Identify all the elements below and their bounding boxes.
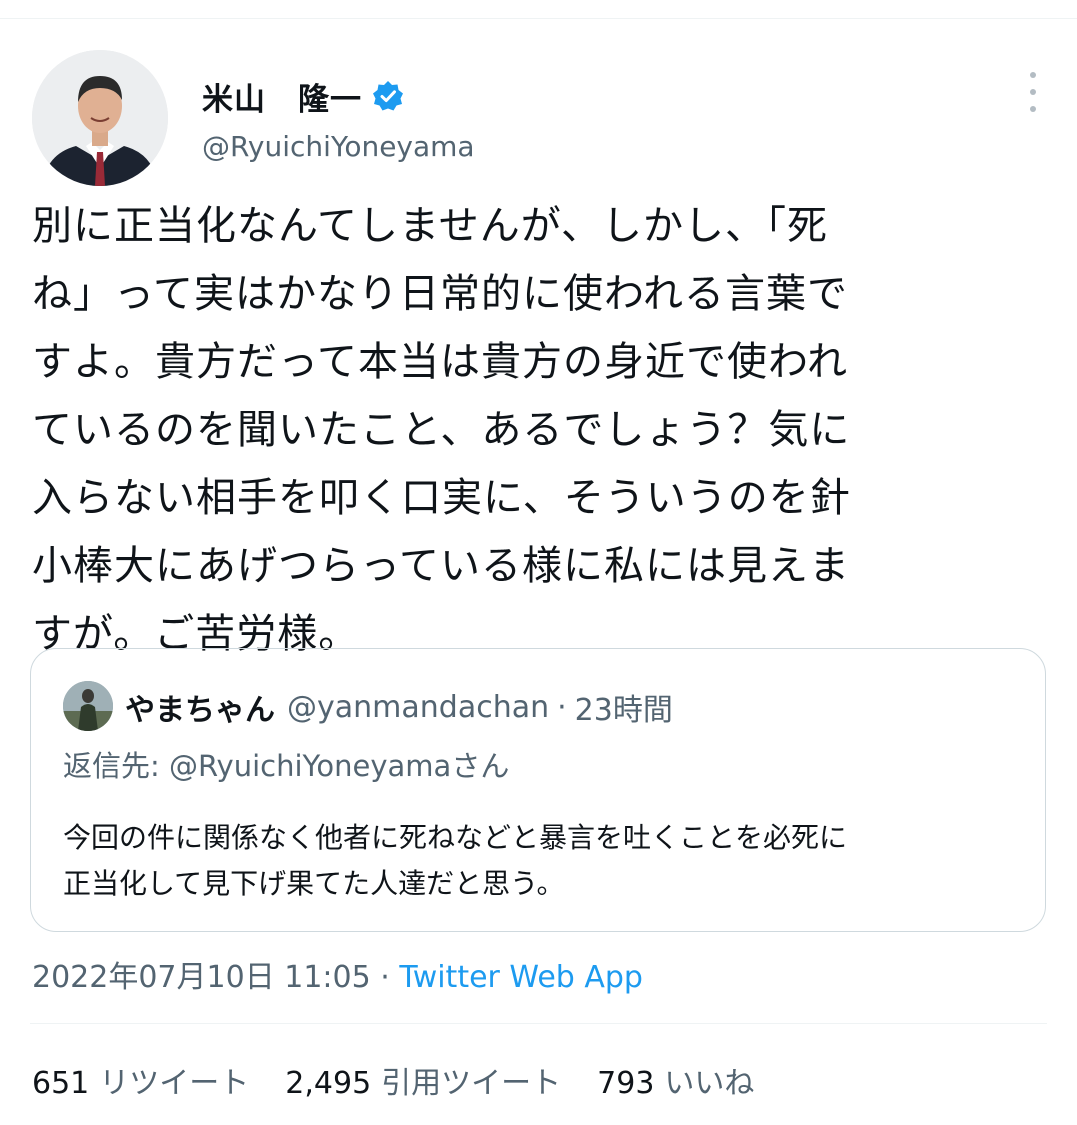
quoted-line: 正当化して見下げ果てた人達だと思う。 <box>63 867 565 900</box>
quoted-author-avatar[interactable] <box>63 681 113 731</box>
tweet-meta: 2022年07月10日 11:05 · Twitter Web App <box>32 952 643 996</box>
author-avatar[interactable] <box>32 50 168 186</box>
quoted-line: 今回の件に関係なく他者に死ねなどと暴言を吐くことを必死に <box>63 821 848 854</box>
tweet-timestamp[interactable]: 2022年07月10日 11:05 <box>32 960 371 995</box>
meta-divider <box>30 1023 1047 1024</box>
tweet-body: 別に正当化なんてしませんが、しかし、「死 ね」って実はかなり日常的に使われる言葉… <box>32 192 1032 668</box>
tweet-line: すよ。貴方だって本当は貴方の身近で使われ <box>32 339 848 385</box>
quoted-tweet-time[interactable]: 23時間 <box>575 685 673 729</box>
author-info: 米山 隆一 @RyuichiYoneyama <box>202 76 475 163</box>
quoted-author-name[interactable]: やまちゃん <box>125 685 275 729</box>
retweets-count: 651 <box>32 1066 90 1101</box>
quote-tweets-label: 引用ツイート <box>381 1066 562 1101</box>
likes-label: いいね <box>664 1066 755 1101</box>
likes-count: 793 <box>597 1066 655 1101</box>
quote-tweets-stat[interactable]: 2,495 引用ツイート <box>285 1058 561 1102</box>
quoted-tweet-header: やまちゃん @yanmandachan · 23時間 <box>125 685 673 729</box>
quote-tweets-count: 2,495 <box>285 1066 372 1101</box>
top-divider <box>0 18 1077 19</box>
quoted-author-handle[interactable]: @yanmandachan <box>287 690 549 725</box>
author-display-name[interactable]: 米山 隆一 <box>202 74 362 119</box>
author-handle[interactable]: @RyuichiYoneyama <box>202 130 475 163</box>
tweet-line: 小棒大にあげつらっている様に私には見えま <box>32 543 850 589</box>
quoted-tweet-card[interactable]: やまちゃん @yanmandachan · 23時間 返信先: @Ryuichi… <box>30 648 1046 932</box>
tweet-line: 入らない相手を叩く口実に、そういうのを針 <box>32 475 851 521</box>
separator-dot: · <box>380 960 390 995</box>
retweets-label: リツイート <box>99 1066 250 1101</box>
tweet-stats: 651 リツイート 2,495 引用ツイート 793 いいね <box>32 1058 790 1102</box>
retweets-stat[interactable]: 651 リツイート <box>32 1058 249 1102</box>
reply-to-label: 返信先: @RyuichiYoneyamaさん <box>63 749 510 783</box>
more-options-icon[interactable] <box>1019 72 1047 112</box>
tweet-header: 米山 隆一 @RyuichiYoneyama <box>32 50 1047 190</box>
verified-badge-icon <box>372 80 404 112</box>
tweet-line: ているのを聞いたこと、あるでしょう？気に <box>32 407 851 453</box>
tweet-line: ね」って実はかなり日常的に使われる言葉で <box>32 271 848 317</box>
separator-dot: · <box>557 689 567 725</box>
likes-stat[interactable]: 793 いいね <box>597 1058 754 1102</box>
tweet-source-link[interactable]: Twitter Web App <box>399 960 643 995</box>
tweet-line: 別に正当化なんてしませんが、しかし、「死 <box>32 203 828 249</box>
quoted-tweet-body: 今回の件に関係なく他者に死ねなどと暴言を吐くことを必死に 正当化して見下げ果てた… <box>63 815 847 907</box>
